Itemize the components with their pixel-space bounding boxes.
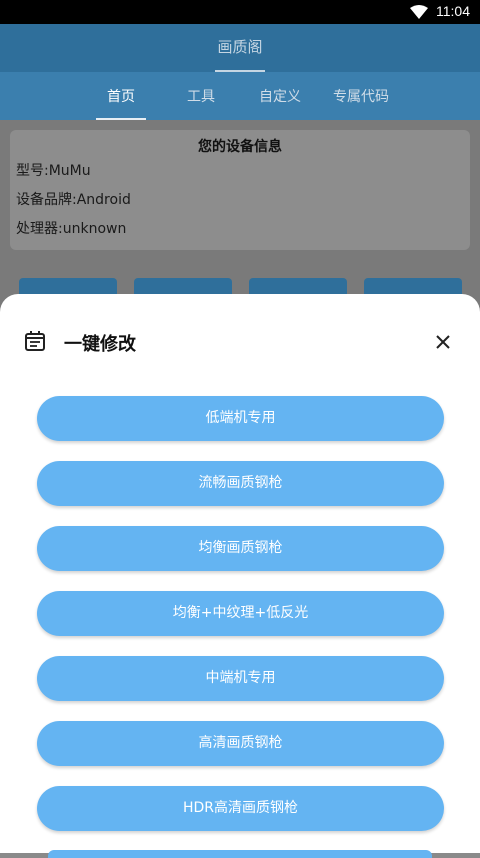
tab-tools[interactable]: 工具	[176, 72, 226, 120]
tab-home[interactable]: 首页	[96, 72, 146, 120]
app-bar: 画质阁	[0, 24, 480, 72]
tab-bar: 首页 工具 自定义 专属代码	[0, 72, 480, 120]
tab-custom[interactable]: 自定义	[250, 72, 310, 120]
option-partial[interactable]	[48, 850, 432, 858]
app-title: 画质阁	[217, 39, 263, 56]
option-hd-quality[interactable]: 高清画质钢枪	[37, 721, 444, 766]
option-mid-end[interactable]: 中端机专用	[37, 656, 444, 701]
sheet-header: 一键修改	[0, 322, 480, 362]
device-info-heading: 您的设备信息	[198, 139, 282, 155]
calendar-icon	[25, 331, 45, 351]
close-icon[interactable]	[433, 332, 453, 352]
device-brand: 设备品牌:Android	[16, 192, 131, 208]
status-bar: 11:04	[0, 0, 480, 24]
wifi-icon	[410, 5, 428, 19]
option-low-end[interactable]: 低端机专用	[37, 396, 444, 441]
sheet-title: 一键修改	[64, 334, 136, 355]
tab-exclusive-code[interactable]: 专属代码	[326, 72, 396, 120]
bottom-sheet: 一键修改	[0, 294, 480, 853]
option-balanced-mid-texture[interactable]: 均衡+中纹理+低反光	[37, 591, 444, 636]
status-time: 11:04	[436, 3, 470, 19]
device-cpu: 处理器:unknown	[16, 221, 127, 237]
device-model: 型号:MuMu	[16, 163, 91, 179]
option-balanced-quality[interactable]: 均衡画质钢枪	[37, 526, 444, 571]
option-hdr-hd-quality[interactable]: HDR高清画质钢枪	[37, 786, 444, 831]
option-smooth-quality[interactable]: 流畅画质钢枪	[37, 461, 444, 506]
device-info-card: 您的设备信息 型号:MuMu 设备品牌:Android 处理器:unknown	[10, 130, 470, 250]
